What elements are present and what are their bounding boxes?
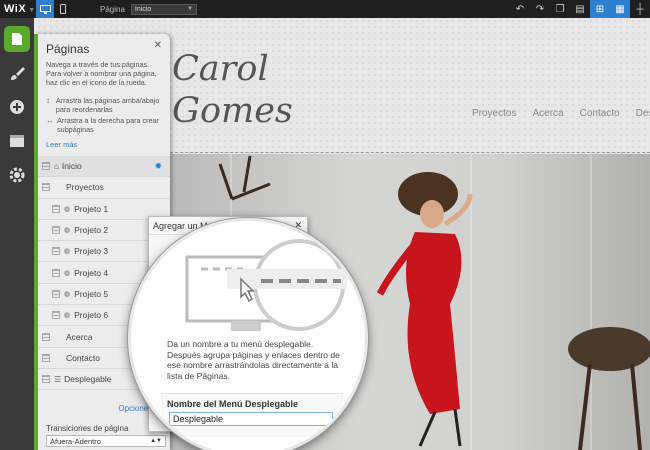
drag-vertical-icon: ↕ (46, 96, 50, 105)
topbar-tools: ↶ ↷ ❐ ▤ ⊞ ▦ ┼ (510, 0, 650, 18)
hidden-eye-icon: ◍ (64, 227, 71, 235)
page-select[interactable]: Inicio ▼ (130, 3, 197, 15)
close-icon[interactable]: ✕ (154, 40, 162, 51)
hint-subpage-text: Arrastra a la derecha para crear subpági… (57, 116, 159, 134)
dialog-description: Da un nombre a tu menú desplegable. Desp… (167, 339, 340, 381)
gear-icon[interactable]: ✹ (154, 161, 162, 172)
nav-item-desplegable[interactable]: Despleg (636, 108, 650, 119)
page-label: Página (100, 4, 125, 14)
dropdown-menu-icon: ☰ (54, 374, 62, 384)
drag-handle-icon[interactable] (52, 289, 60, 298)
drag-handle-icon[interactable] (42, 162, 50, 171)
page-item-inicio[interactable]: ⌂ Inicio ✹ (38, 156, 170, 178)
add-tool-button[interactable] (4, 94, 30, 120)
drag-handle-icon[interactable] (42, 375, 50, 384)
page-icon (12, 33, 22, 45)
undo-button[interactable]: ↶ (510, 0, 530, 18)
redo-button[interactable]: ↷ (530, 0, 550, 18)
transitions-label: Transiciones de página (46, 424, 129, 433)
grid-icon: ▦ (615, 3, 625, 15)
drag-handle-icon[interactable] (52, 226, 60, 235)
dropdown-name-label: Nombre del Menú Desplegable (167, 399, 299, 409)
pages-panel-description: Navega a través de tus páginas. Para vol… (46, 60, 157, 87)
hidden-eye-icon: ◍ (64, 269, 71, 277)
page-item-label: Proyectos (66, 182, 104, 193)
gear-icon (9, 167, 25, 183)
read-more-link[interactable]: Leer más (46, 140, 77, 149)
editor-topbar: WiX ▼ Página Inicio ▼ ↶ ↷ ❐ ▤ ⊞ ▦ ┼ (0, 0, 650, 18)
drag-handle-icon[interactable] (52, 204, 60, 213)
snap-icon: ⊞ (595, 3, 605, 15)
page-item-label: Acerca (66, 331, 93, 342)
drag-horizontal-icon: ↔ (46, 116, 54, 125)
app-market-button[interactable] (4, 128, 30, 154)
paste-button[interactable]: ▤ (570, 0, 590, 18)
page-item-label: Inicio (61, 161, 82, 172)
magnified-dialog: Da un nombre a tu menú desplegable. Desp… (131, 221, 365, 450)
page-item-label: Projeto 1 (74, 203, 109, 214)
nav-item-contacto[interactable]: Contacto (580, 108, 620, 119)
snap-toggle-button[interactable]: ⊞ (590, 0, 610, 18)
design-tool-button[interactable] (4, 60, 30, 86)
hidden-eye-icon: ◍ (64, 248, 71, 256)
editor-left-toolbar (0, 18, 34, 450)
site-title-line1: Carol (172, 49, 269, 89)
brush-icon (11, 67, 25, 80)
copy-icon: ❐ (555, 3, 565, 15)
page-item-proyectos[interactable]: Proyectos (38, 177, 170, 199)
hint-subpage: ↔ Arrastra a la derecha para crear subpá… (46, 116, 168, 134)
home-icon: ⌂ (54, 161, 59, 171)
redo-icon: ↷ (535, 3, 545, 15)
drag-handle-icon[interactable] (52, 311, 60, 320)
store-icon (10, 135, 24, 147)
site-nav: Proyectos Acerca Contacto Despleg (472, 108, 650, 119)
site-title[interactable]: Carol Gomes (172, 48, 293, 132)
hidden-eye-icon: ◍ (64, 205, 71, 213)
hint-reorder-text: Arrastra las páginas amba/abajo para reo… (55, 96, 160, 114)
wix-logo[interactable]: WiX ▼ (0, 3, 36, 15)
magnifier-lens: Da un nombre a tu menú desplegable. Desp… (128, 218, 368, 450)
plus-circle-icon (10, 100, 24, 114)
ruler-icon: ┼ (636, 3, 644, 15)
desktop-view-button[interactable] (36, 0, 54, 18)
hint-reorder: ↕ Arrastra las páginas amba/abajo para r… (46, 96, 168, 114)
chevron-down-icon: ▼ (186, 6, 193, 12)
pages-tool-button[interactable] (4, 26, 30, 52)
chevron-down-icon: ▼ (28, 7, 36, 14)
drag-handle-icon[interactable] (52, 247, 60, 256)
drag-handle-icon[interactable] (42, 353, 50, 362)
page-item-label: Contacto (66, 352, 101, 363)
header-boundary (170, 152, 650, 153)
grid-toggle-button[interactable]: ▦ (610, 0, 630, 18)
page-item-label: Projeto 6 (74, 310, 109, 321)
nav-item-acerca[interactable]: Acerca (532, 108, 563, 119)
dropdown-illustration-icon (185, 239, 347, 331)
page-item-label: Projeto 4 (74, 267, 109, 278)
page-item-label: Projeto 2 (74, 225, 109, 236)
logo-text: WiX (4, 3, 27, 15)
page-select-value: Inicio (134, 5, 152, 13)
settings-tool-button[interactable] (4, 162, 30, 188)
copy-button[interactable]: ❐ (550, 0, 570, 18)
rulers-button[interactable]: ┼ (630, 0, 650, 18)
drag-handle-icon[interactable] (52, 268, 60, 277)
drag-handle-icon[interactable] (42, 332, 50, 341)
nav-item-proyectos[interactable]: Proyectos (472, 108, 516, 119)
mobile-view-button[interactable] (54, 0, 72, 18)
desktop-icon (39, 4, 51, 14)
undo-icon: ↶ (515, 3, 525, 15)
paste-icon: ▤ (575, 3, 585, 15)
page-item-label: Desplegable (64, 374, 112, 385)
hidden-eye-icon: ◍ (64, 312, 71, 320)
site-title-line2: Gomes (172, 91, 293, 131)
hidden-eye-icon: ◍ (64, 290, 71, 298)
dropdown-name-input[interactable]: Desplegable (169, 412, 333, 426)
mobile-icon (60, 4, 66, 14)
panel-active-accent (34, 34, 38, 450)
page-item-label: Projeto 3 (74, 246, 109, 257)
pages-panel-title: Páginas (46, 42, 90, 56)
page-item-label: Projeto 5 (74, 288, 109, 299)
transitions-select-value: Afuera-Adentro (50, 436, 101, 446)
drag-handle-icon[interactable] (42, 183, 50, 192)
